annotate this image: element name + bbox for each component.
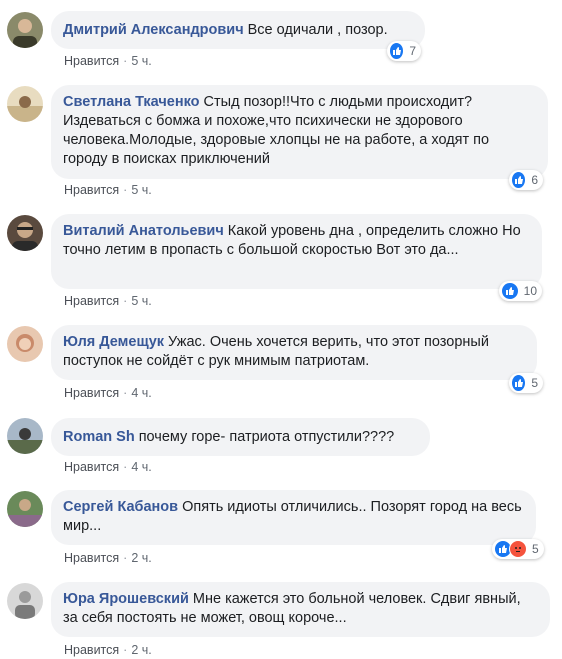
reactions-badge[interactable]: 6 [509,170,543,190]
comment-author[interactable]: Roman Sh [63,429,135,445]
comment-time[interactable]: 4 ч. [131,460,151,474]
comment-author[interactable]: Юля Демещук [63,334,164,350]
avatar[interactable] [7,326,43,362]
avatar-photo-icon [7,418,43,454]
like-reaction-icon [511,171,527,189]
reaction-count: 5 [532,542,539,556]
comment-actions: Нравится · 5 ч. [64,183,152,197]
avatar[interactable] [7,215,43,251]
like-button[interactable]: Нравится [64,386,119,400]
comment-bubble: Светлана Ткаченко Стыд позор!!Что с людьм… [51,85,548,179]
like-button[interactable]: Нравится [64,460,119,474]
like-reaction-icon [501,282,519,300]
comment-author[interactable]: Дмитрий Александрович [63,22,244,38]
comment-author[interactable]: Сергей Кабанов [63,499,178,515]
angry-reaction-icon [509,540,527,558]
avatar[interactable] [7,583,43,619]
avatar-photo-icon [7,326,43,362]
comment-bubble: Юля Демещук Ужас. Очень хочется верить, ч… [51,325,537,380]
reaction-count: 7 [409,44,416,58]
like-button[interactable]: Нравится [64,643,119,657]
reaction-count: 5 [531,376,538,390]
comment-actions: Нравится · 2 ч. [64,643,152,657]
comment-time[interactable]: 5 ч. [131,183,151,197]
comment-author[interactable]: Светлана Ткаченко [63,94,200,110]
reaction-count: 6 [531,173,538,187]
avatar-photo-icon [7,12,43,48]
avatar[interactable] [7,418,43,454]
like-reaction-icon [511,374,527,392]
comment-actions: Нравится · 4 ч. [64,386,152,400]
comment-time[interactable]: 2 ч. [131,551,151,565]
comment-actions: Нравится · 5 ч. [64,294,152,308]
avatar-photo-icon [7,86,43,122]
like-button[interactable]: Нравится [64,54,119,68]
comment-time[interactable]: 2 ч. [131,643,151,657]
avatar-photo-icon [7,583,43,619]
avatar-photo-icon [7,215,43,251]
reaction-count: 10 [523,284,537,298]
like-button[interactable]: Нравится [64,551,119,565]
comment-bubble: Виталий Анатольевич Какой уровень дна , о… [51,214,542,289]
avatar[interactable] [7,12,43,48]
comment-text: почему горе- патриота отпустили???? [138,429,395,445]
like-reaction-icon [389,42,405,60]
comment-actions: Нравится · 4 ч. [64,460,152,474]
comment-time[interactable]: 4 ч. [131,386,151,400]
comment-bubble: Сергей Кабанов Опять идиоты отличились.. … [51,490,536,545]
reactions-badge[interactable]: 10 [499,281,542,301]
comment-bubble: Roman Sh почему горе- патриота отпустили?… [51,418,430,456]
avatar[interactable] [7,86,43,122]
reactions-badge[interactable]: 5 [492,539,544,559]
comment-time[interactable]: 5 ч. [131,294,151,308]
comment-author[interactable]: Юра Ярошевский [63,591,189,607]
comment-bubble: Дмитрий Александрович Все одичали , позор… [51,11,425,49]
comment-author[interactable]: Виталий Анатольевич [63,223,224,239]
reactions-badge[interactable]: 7 [387,41,421,61]
reactions-badge[interactable]: 5 [509,373,543,393]
comment-actions: Нравится · 5 ч. [64,54,152,68]
avatar-photo-icon [7,491,43,527]
comment-bubble: Юра Ярошевский Мне кажется это больной че… [51,582,550,637]
avatar[interactable] [7,491,43,527]
like-button[interactable]: Нравится [64,183,119,197]
comment-text: Все одичали , позор. [247,22,388,38]
like-button[interactable]: Нравится [64,294,119,308]
comment-actions: Нравится · 2 ч. [64,551,152,565]
comment-time[interactable]: 5 ч. [131,54,151,68]
